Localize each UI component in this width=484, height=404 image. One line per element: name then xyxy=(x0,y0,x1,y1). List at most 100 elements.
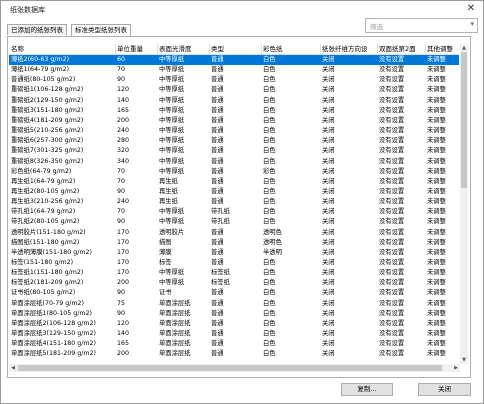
cell-unit-weight: 70 xyxy=(117,177,126,185)
table-row[interactable]: 标签纸1(151-180 g/m2) 170 中等厚纸 标签纸 白色 关闭 没有设置 未调整 xyxy=(9,268,459,278)
table-row[interactable]: 半透明薄膜(151-180 g/m2) 170 薄膜 普通 半透明 关闭 没有设置 未调整 xyxy=(9,248,459,258)
horizontal-scrollbar[interactable]: ◀ ▶ xyxy=(9,364,460,372)
cell-other-adjust: 未调整 xyxy=(427,309,446,317)
header-separator[interactable] xyxy=(425,44,426,54)
table-row[interactable]: 重磅纸3(151-180 g/m2) 165 中等厚纸 普通 白色 关闭 没有设置 未调整 xyxy=(9,106,459,116)
cell-other-adjust: 未调整 xyxy=(427,147,446,155)
table-row[interactable]: 重磅纸6(257-300 g/m2) 280 中等厚纸 普通 白色 关闭 没有设置 未调整 xyxy=(9,136,459,146)
scroll-up-icon[interactable]: ▲ xyxy=(460,44,468,52)
scroll-left-icon[interactable]: ◀ xyxy=(9,364,17,372)
cell-color-paper: 白色 xyxy=(263,86,276,94)
cell-name: 证书纸(80-105 g/m2) xyxy=(11,289,76,297)
cell-duplex-side2: 没有设置 xyxy=(379,147,405,155)
table-row[interactable]: 透明胶片(151-180 g/m2) 170 透明胶片 普通 透明色 关闭 没有设置 未调整 xyxy=(9,228,459,238)
cell-duplex-side2: 没有设置 xyxy=(379,86,405,94)
header-separator[interactable] xyxy=(209,44,210,54)
cell-smoothness: 薄膜 xyxy=(159,248,172,256)
vertical-scroll-thumb[interactable] xyxy=(461,52,467,188)
filter-placeholder: 筛选 xyxy=(370,23,383,31)
cell-smoothness: 中等厚纸 xyxy=(159,86,185,94)
cell-color-paper: 白色 xyxy=(263,208,276,216)
scroll-down-icon[interactable]: ▼ xyxy=(460,356,468,364)
table-row[interactable]: 带孔纸1(64-79 g/m2) 70 中等厚纸 带孔纸 白色 关闭 没有设置 未调整 xyxy=(9,207,459,217)
close-icon[interactable]: ✕ xyxy=(465,3,477,15)
header-separator[interactable] xyxy=(115,44,116,54)
table-row[interactable]: 重磅纸8(326-350 g/m2) 340 中等厚纸 普通 白色 关闭 没有设置 未调整 xyxy=(9,157,459,167)
cell-grain-direction: 关闭 xyxy=(322,299,335,307)
cell-color-paper: 半透明 xyxy=(263,248,282,256)
cell-other-adjust: 未调整 xyxy=(427,238,446,246)
table-row[interactable]: 标签(151-180 g/m2) 170 标签 普通 白色 关闭 没有设置 未调整 xyxy=(9,258,459,268)
table-row[interactable]: 薄纸1(64-79 g/m2) 70 中等厚纸 普通 白色 关闭 没有设置 未调整 xyxy=(9,65,459,75)
header-separator[interactable] xyxy=(320,44,321,54)
cell-grain-direction: 关闭 xyxy=(322,198,335,206)
table-row[interactable]: 单面涂层纸(70-79 g/m2) 75 单面涂层纸 普通 白色 关闭 没有设置 未调整 xyxy=(9,299,459,309)
cell-color-paper: 白色 xyxy=(263,330,276,338)
cell-color-paper: 白色 xyxy=(263,56,276,63)
cell-color-paper: 透明色 xyxy=(263,238,282,246)
cell-color-paper: 白色 xyxy=(263,350,276,358)
tab-added-paper-list[interactable]: 已添加的纸张列表 xyxy=(7,24,67,35)
header-col-name[interactable]: 名称 xyxy=(11,45,115,54)
cell-other-adjust: 未调整 xyxy=(427,187,446,195)
cell-unit-weight: 90 xyxy=(117,187,126,195)
table-row[interactable]: 彩色纸(64-79 g/m2) 70 中等厚纸 普通 彩色 关闭 没有设置 未调整 xyxy=(9,167,459,177)
table-row[interactable]: 普通纸(80-105 g/m2) 90 中等厚纸 普通 白色 关闭 没有设置 未调整 xyxy=(9,75,459,85)
copy-button[interactable]: 复制... xyxy=(341,383,393,396)
table-row[interactable]: 再生纸2(80-105 g/m2) 90 再生纸 普通 白色 关闭 没有设置 未调整 xyxy=(9,187,459,197)
cell-grain-direction: 关闭 xyxy=(322,269,335,277)
header-col-duplex-side2[interactable]: 双面纸第2面 xyxy=(379,45,427,54)
table-row[interactable]: 重磅纸5(210-256 g/m2) 240 中等厚纸 普通 白色 关闭 没有设置 未调整 xyxy=(9,126,459,136)
scroll-right-icon[interactable]: ▶ xyxy=(452,364,460,372)
table-row[interactable]: 薄纸2(60-63 g/m2) 60 中等厚纸 普通 白色 关闭 没有设置 未调整 xyxy=(9,55,459,65)
cell-grain-direction: 关闭 xyxy=(322,309,335,317)
cell-other-adjust: 未调整 xyxy=(427,76,446,84)
cell-color-paper: 白色 xyxy=(263,309,276,317)
cell-other-adjust: 未调整 xyxy=(427,350,446,358)
cell-name: 重磅纸5(210-256 g/m2) xyxy=(11,127,84,135)
cell-smoothness: 中等厚纸 xyxy=(159,218,185,226)
header-col-other-adjust[interactable]: 其他调整 xyxy=(427,45,459,54)
table-row[interactable]: 再生纸3(210-256 g/m2) 240 再生纸 普通 白色 关闭 没有设置 未调整 xyxy=(9,197,459,207)
cell-grain-direction: 关闭 xyxy=(322,187,335,195)
cell-color-paper: 白色 xyxy=(263,96,276,104)
cell-color-paper: 白色 xyxy=(263,279,276,287)
table-row[interactable]: 重磅纸1(106-128 g/m2) 120 中等厚纸 普通 白色 关闭 没有设置 未调整 xyxy=(9,85,459,95)
table-row[interactable]: 单面涂层纸5(181-209 g/m2) 200 单面涂层纸 普通 白色 关闭 没有设置 未调… xyxy=(9,349,459,359)
tab-standard-paper-list[interactable]: 标准类型纸张列表 xyxy=(71,24,131,36)
horizontal-scroll-thumb[interactable] xyxy=(18,365,442,371)
table-row[interactable]: 证书纸(80-105 g/m2) 90 证书 普通 白色 关闭 没有设置 未调整 xyxy=(9,288,459,298)
vertical-scrollbar[interactable]: ▲ ▼ xyxy=(460,44,468,364)
header-col-smoothness[interactable]: 表面光滑度 xyxy=(159,45,209,54)
cell-unit-weight: 70 xyxy=(117,167,126,175)
table-row[interactable]: 单面涂层纸3(129-150 g/m2) 140 单面涂层纸 普通 白色 关闭 没有设置 未调… xyxy=(9,329,459,339)
table-row[interactable]: 单面涂层纸4(151-180 g/m2) 165 单面涂层纸 普通 白色 关闭 没有设置 未调… xyxy=(9,339,459,349)
cell-name: 薄纸1(64-79 g/m2) xyxy=(11,66,70,74)
cell-name: 单面涂层纸2(106-128 g/m2) xyxy=(11,319,96,327)
header-separator[interactable] xyxy=(157,44,158,54)
table-row[interactable]: 带孔纸2(80-105 g/m2) 90 中等厚纸 带孔纸 白色 关闭 没有设置 未调整 xyxy=(9,217,459,227)
header-separator[interactable] xyxy=(261,44,262,54)
header-col-color-paper[interactable]: 彩色纸 xyxy=(263,45,319,54)
table-row[interactable]: 重磅纸4(181-209 g/m2) 200 中等厚纸 普通 白色 关闭 没有设置 未调整 xyxy=(9,116,459,126)
cell-name: 再生纸2(80-105 g/m2) xyxy=(11,187,80,195)
table-row[interactable]: 单面涂层纸2(106-128 g/m2) 120 单面涂层纸 普通 白色 关闭 没有设置 未调… xyxy=(9,319,459,329)
table-row[interactable]: 描图纸(151-180 g/m2) 170 描图 普通 透明色 关闭 没有设置 未调整 xyxy=(9,238,459,248)
cell-name: 带孔纸1(64-79 g/m2) xyxy=(11,208,76,216)
table-row[interactable]: 重磅纸2(129-150 g/m2) 140 中等厚纸 普通 白色 关闭 没有设置 未调整 xyxy=(9,96,459,106)
cell-type: 普通 xyxy=(211,340,224,348)
header-col-type[interactable]: 类型 xyxy=(211,45,261,54)
header-col-unit-weight[interactable]: 单位重量 xyxy=(117,45,157,54)
cell-duplex-side2: 没有设置 xyxy=(379,167,405,175)
cell-type: 普通 xyxy=(211,147,224,155)
table-row[interactable]: 再生纸1(64-79 g/m2) 70 再生纸 普通 白色 关闭 没有设置 未调整 xyxy=(9,177,459,187)
filter-combobox[interactable]: 筛选 ▾ xyxy=(365,18,478,33)
cell-other-adjust: 未调整 xyxy=(427,259,446,266)
table-row[interactable]: 单面涂层纸1(80-105 g/m2) 90 单面涂层纸 普通 白色 关闭 没有设置 未调整 xyxy=(9,309,459,319)
table-row[interactable]: 标签纸2(181-209 g/m2) 200 中等厚纸 标签纸 白色 关闭 没有设置 未调整 xyxy=(9,278,459,288)
chevron-down-icon[interactable]: ▾ xyxy=(470,20,474,28)
table-row[interactable]: 重磅纸7(301-325 g/m2) 320 中等厚纸 普通 白色 关闭 没有设置 未调整 xyxy=(9,146,459,156)
close-button[interactable]: 关闭 xyxy=(418,383,471,396)
header-col-grain-direction[interactable]: 纸张纤维方向设 xyxy=(322,45,378,54)
header-separator[interactable] xyxy=(377,44,378,54)
